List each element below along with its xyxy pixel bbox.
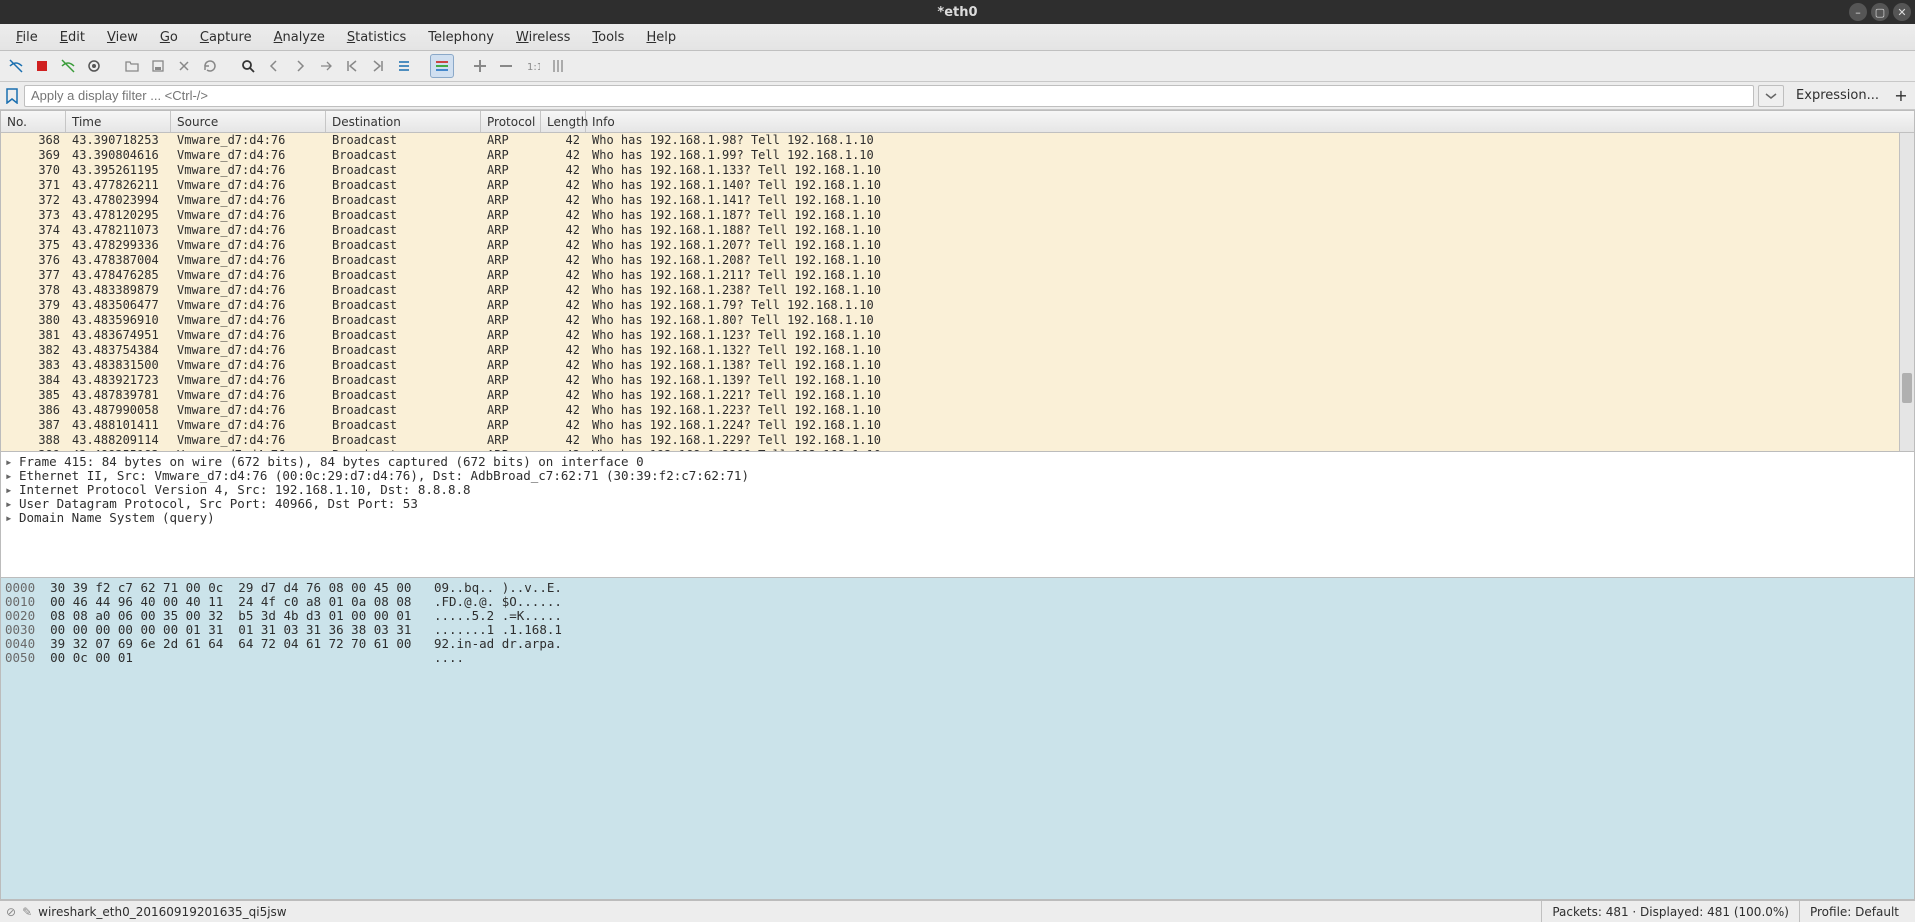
menu-file[interactable]: File [6, 27, 48, 48]
filter-toolbar: Expression... + [0, 82, 1915, 110]
close-file-button[interactable] [172, 54, 196, 78]
packet-row[interactable]: 37843.483389879Vmware_d7:d4:76BroadcastA… [1, 283, 1914, 298]
hex-row[interactable]: 0010 00 46 44 96 40 00 40 11 24 4f c0 a8… [5, 594, 1910, 608]
packet-row[interactable]: 38543.487839781Vmware_d7:d4:76BroadcastA… [1, 388, 1914, 403]
packet-bytes-pane[interactable]: 0000 30 39 f2 c7 62 71 00 0c 29 d7 d4 76… [0, 578, 1915, 900]
packet-row[interactable]: 38843.488209114Vmware_d7:d4:76BroadcastA… [1, 433, 1914, 448]
close-button[interactable]: ✕ [1893, 3, 1911, 21]
scrollbar-thumb[interactable] [1902, 373, 1912, 403]
go-back-button[interactable] [262, 54, 286, 78]
resize-columns-button[interactable] [546, 54, 570, 78]
go-last-button[interactable] [366, 54, 390, 78]
packet-row[interactable]: 38343.483831500Vmware_d7:d4:76BroadcastA… [1, 358, 1914, 373]
stop-icon[interactable]: ⊘ [6, 905, 16, 919]
detail-row[interactable]: ▸Internet Protocol Version 4, Src: 192.1… [5, 482, 1910, 496]
filter-bookmark-icon[interactable] [4, 84, 20, 108]
hex-row[interactable]: 0000 30 39 f2 c7 62 71 00 0c 29 d7 d4 76… [5, 580, 1910, 594]
column-header-time[interactable]: Time [66, 111, 171, 132]
filter-history-dropdown[interactable] [1758, 85, 1784, 107]
packet-row[interactable]: 37343.478120295Vmware_d7:d4:76BroadcastA… [1, 208, 1914, 223]
column-header-protocol[interactable]: Protocol [481, 111, 541, 132]
open-file-button[interactable] [120, 54, 144, 78]
packet-row[interactable]: 37543.478299336Vmware_d7:d4:76BroadcastA… [1, 238, 1914, 253]
save-file-button[interactable] [146, 54, 170, 78]
toolbar: 1:1 [0, 51, 1915, 82]
menu-statistics[interactable]: Statistics [337, 27, 416, 48]
column-header-no[interactable]: No. [1, 111, 66, 132]
titlebar: *eth0 – ▢ ✕ [0, 0, 1915, 24]
menu-capture[interactable]: Capture [190, 27, 262, 48]
packet-row[interactable]: 38043.483596910Vmware_d7:d4:76BroadcastA… [1, 313, 1914, 328]
detail-row[interactable]: ▸Frame 415: 84 bytes on wire (672 bits),… [5, 454, 1910, 468]
zoom-out-button[interactable] [494, 54, 518, 78]
go-forward-button[interactable] [288, 54, 312, 78]
packet-row[interactable]: 37143.477826211Vmware_d7:d4:76BroadcastA… [1, 178, 1914, 193]
menu-edit[interactable]: Edit [50, 27, 95, 48]
hex-row[interactable]: 0040 39 32 07 69 6e 2d 61 64 64 72 04 61… [5, 636, 1910, 650]
packet-row[interactable]: 37943.483506477Vmware_d7:d4:76BroadcastA… [1, 298, 1914, 313]
menu-tools[interactable]: Tools [582, 27, 634, 48]
hex-row[interactable]: 0020 08 08 a0 06 00 35 00 32 b5 3d 4b d3… [5, 608, 1910, 622]
packet-row[interactable]: 38743.488101411Vmware_d7:d4:76BroadcastA… [1, 418, 1914, 433]
auto-scroll-button[interactable] [392, 54, 416, 78]
restart-capture-button[interactable] [56, 54, 80, 78]
add-filter-button[interactable]: + [1891, 86, 1911, 105]
packet-row[interactable]: 36843.390718253Vmware_d7:d4:76BroadcastA… [1, 133, 1914, 148]
menu-telephony[interactable]: Telephony [418, 27, 504, 48]
column-header-dest[interactable]: Destination [326, 111, 481, 132]
capture-file-label: wireshark_eth0_20160919201635_qi5jsw [38, 905, 287, 919]
svg-text:1:1: 1:1 [527, 62, 540, 73]
menubar: File Edit View Go Capture Analyze Statis… [0, 24, 1915, 51]
menu-analyze[interactable]: Analyze [264, 27, 335, 48]
packet-details-pane[interactable]: ▸Frame 415: 84 bytes on wire (672 bits),… [0, 452, 1915, 578]
go-first-button[interactable] [340, 54, 364, 78]
go-to-packet-button[interactable] [314, 54, 338, 78]
packet-row[interactable]: 38943.488355183Vmware_d7:d4:76BroadcastA… [1, 448, 1914, 451]
window-title: *eth0 [0, 5, 1915, 20]
minimize-button[interactable]: – [1849, 3, 1867, 21]
packet-row[interactable]: 38443.483921723Vmware_d7:d4:76BroadcastA… [1, 373, 1914, 388]
menu-view[interactable]: View [97, 27, 148, 48]
menu-wireless[interactable]: Wireless [506, 27, 580, 48]
expression-button[interactable]: Expression... [1788, 85, 1887, 107]
packet-row[interactable]: 38143.483674951Vmware_d7:d4:76BroadcastA… [1, 328, 1914, 343]
column-header-info[interactable]: Info [586, 111, 1914, 132]
menu-go[interactable]: Go [150, 27, 188, 48]
display-filter-input[interactable] [24, 85, 1754, 107]
profile-label[interactable]: Profile: Default [1799, 901, 1909, 922]
stop-capture-button[interactable] [30, 54, 54, 78]
packet-row[interactable]: 37743.478476285Vmware_d7:d4:76BroadcastA… [1, 268, 1914, 283]
packet-row[interactable]: 37643.478387004Vmware_d7:d4:76BroadcastA… [1, 253, 1914, 268]
packet-count-label: Packets: 481 · Displayed: 481 (100.0%) [1541, 901, 1799, 922]
menu-help[interactable]: Help [636, 27, 686, 48]
reload-button[interactable] [198, 54, 222, 78]
packet-row[interactable]: 37243.478023994Vmware_d7:d4:76BroadcastA… [1, 193, 1914, 208]
packet-row[interactable]: 38643.487990058Vmware_d7:d4:76BroadcastA… [1, 403, 1914, 418]
column-header-source[interactable]: Source [171, 111, 326, 132]
capture-options-button[interactable] [82, 54, 106, 78]
maximize-button[interactable]: ▢ [1871, 3, 1889, 21]
expert-info-icon[interactable]: ✎ [22, 905, 32, 919]
column-header-length[interactable]: Length [541, 111, 586, 132]
colorize-button[interactable] [430, 54, 454, 78]
detail-row[interactable]: ▸Domain Name System (query) [5, 510, 1910, 524]
packet-list-header: No. Time Source Destination Protocol Len… [1, 111, 1914, 133]
hex-row[interactable]: 0030 00 00 00 00 00 00 01 31 01 31 03 31… [5, 622, 1910, 636]
packet-row[interactable]: 37443.478211073Vmware_d7:d4:76BroadcastA… [1, 223, 1914, 238]
find-packet-button[interactable] [236, 54, 260, 78]
start-capture-button[interactable] [4, 54, 28, 78]
detail-row[interactable]: ▸Ethernet II, Src: Vmware_d7:d4:76 (00:0… [5, 468, 1910, 482]
packet-list-pane[interactable]: No. Time Source Destination Protocol Len… [0, 110, 1915, 452]
packet-row[interactable]: 36943.390804616Vmware_d7:d4:76BroadcastA… [1, 148, 1914, 163]
packet-row[interactable]: 37043.395261195Vmware_d7:d4:76BroadcastA… [1, 163, 1914, 178]
statusbar: ⊘ ✎ wireshark_eth0_20160919201635_qi5jsw… [0, 900, 1915, 922]
packet-list-scrollbar[interactable] [1899, 133, 1914, 451]
zoom-in-button[interactable] [468, 54, 492, 78]
packet-row[interactable]: 38243.483754384Vmware_d7:d4:76BroadcastA… [1, 343, 1914, 358]
hex-row[interactable]: 0050 00 0c 00 01 .... [5, 650, 1910, 664]
zoom-reset-button[interactable]: 1:1 [520, 54, 544, 78]
detail-row[interactable]: ▸User Datagram Protocol, Src Port: 40966… [5, 496, 1910, 510]
